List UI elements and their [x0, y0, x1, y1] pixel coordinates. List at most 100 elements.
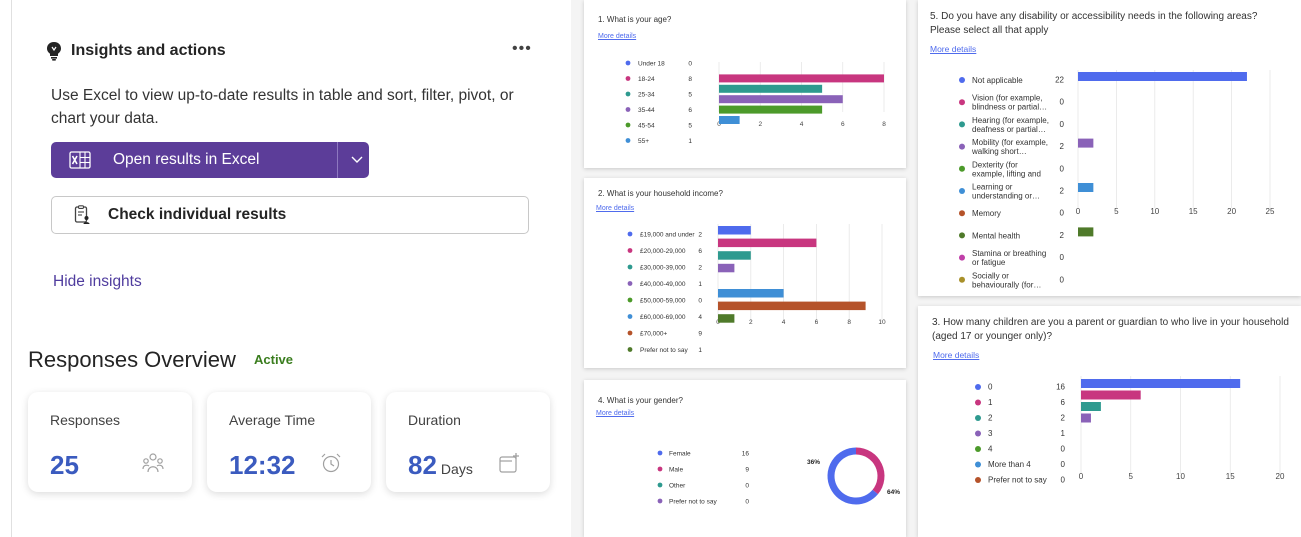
clipboard-person-icon	[74, 205, 90, 224]
calendar-add-icon	[499, 453, 519, 473]
responses-card: Responses 25	[28, 392, 192, 492]
bar	[718, 226, 751, 235]
legend-label: Hearing (for example, deafness or partial…	[972, 116, 1049, 134]
legend-label: £60,000-69,000	[640, 314, 686, 321]
children-question-card: 3. How many children are you a parent or…	[918, 306, 1301, 537]
legend-marker	[959, 165, 965, 172]
legend-count: 0	[1061, 445, 1066, 454]
legend-count: 6	[688, 107, 692, 114]
more-options-button[interactable]: •••	[512, 40, 532, 58]
gender-question-card: 4. What is your gender? More details Fem…	[584, 380, 906, 537]
legend-count: 0	[1061, 476, 1066, 485]
legend-count: 1	[698, 347, 702, 354]
legend-marker	[625, 60, 631, 66]
legend-count: 5	[688, 123, 692, 130]
legend-marker	[627, 347, 633, 352]
open-in-excel-label: Open results in Excel	[113, 151, 260, 168]
tick-label: 20	[1276, 472, 1285, 481]
legend-marker	[625, 122, 631, 128]
disability-question-card: 5. Do you have any disability or accessi…	[918, 0, 1301, 296]
disability-chart: Not applicable 22Vision (for example, blin…	[959, 70, 1275, 289]
tick-label: 15	[1189, 207, 1198, 216]
check-individual-results-button[interactable]: Check individual results	[51, 196, 529, 234]
insights-title: Insights and actions	[71, 42, 226, 59]
legend-label: Stamina or breathing or fatigue	[972, 249, 1046, 267]
legend-label: 1	[988, 398, 993, 407]
legend-marker	[657, 498, 663, 504]
chevron-down-icon[interactable]	[347, 152, 367, 168]
tick-label: 10	[878, 319, 886, 326]
legend-label: Socially or behaviourally (for…	[972, 271, 1041, 289]
legend-marker	[625, 107, 631, 112]
average-time-card: Average Time 12:32	[207, 392, 371, 492]
legend-label: £40,000-49,000	[640, 281, 686, 288]
average-time-card-value: 12:32	[229, 450, 296, 480]
legend-label: Prefer not to say	[988, 476, 1047, 485]
legend-count: 0	[745, 499, 749, 506]
responses-card-value: 25	[50, 450, 79, 480]
legend-marker	[959, 188, 965, 194]
bar	[1078, 183, 1094, 192]
tick-label: 4	[800, 121, 804, 128]
legend-marker	[625, 138, 631, 143]
check-individual-results-label: Check individual results	[108, 206, 287, 223]
legend-marker	[627, 231, 633, 237]
legend-count: 22	[1055, 76, 1064, 85]
legend-count: 16	[1056, 383, 1065, 392]
tick-label: 10	[1176, 472, 1185, 481]
bar	[719, 95, 843, 104]
bar	[1081, 413, 1091, 423]
legend-label: 45-54	[638, 123, 655, 130]
legend-label: £20,000-29,000	[640, 248, 686, 255]
open-in-excel-button[interactable]: Open results in Excel	[51, 142, 369, 178]
legend-marker	[975, 446, 981, 452]
legend-count: 16	[742, 451, 750, 458]
legend-label: 2	[988, 414, 993, 423]
legend-marker	[975, 415, 981, 421]
bar	[1081, 390, 1141, 400]
children-chart: 0 161 62 23 14 0More than 4 0Prefer not to say…	[975, 376, 1285, 485]
tick-label: 0	[1076, 207, 1081, 216]
legend-count: 0	[1060, 120, 1065, 129]
alarm-clock-icon	[321, 453, 341, 473]
insights-description: Use Excel to view up-to-date results in …	[51, 87, 514, 127]
legend-marker	[975, 399, 981, 406]
legend-label: 25-34	[638, 92, 655, 99]
gender-chart: Female 16 Male 9 Other 0 Prefer not to say 0 64%…	[657, 447, 900, 506]
tick-label: 2	[749, 319, 753, 326]
legend-count: 9	[698, 331, 702, 338]
legend-marker	[959, 121, 965, 128]
income-question-card: 2. What is your household income? More d…	[584, 178, 906, 368]
legend-label: Prefer not to say	[640, 347, 688, 354]
legend-marker	[657, 450, 663, 456]
insights-panel: Insights and actions ••• Use Excel to vi…	[0, 0, 571, 537]
bar	[1081, 379, 1241, 388]
bar	[718, 238, 817, 248]
bar	[1078, 138, 1094, 148]
bar	[718, 301, 866, 311]
legend-label: Under 18	[638, 61, 665, 68]
legend-label: Male	[669, 467, 683, 474]
legend-label: £30,000-39,000	[640, 265, 686, 272]
responses-card-title: Responses	[50, 412, 121, 428]
legend-marker	[627, 330, 633, 336]
legend-count: 0	[688, 61, 692, 68]
legend-count: 5	[688, 92, 692, 99]
legend-marker	[657, 482, 663, 488]
age-question-card: 1. What is your age? More details Under …	[584, 0, 906, 168]
legend-count: 2	[698, 265, 702, 272]
legend-count: 2	[698, 232, 702, 239]
tick-label: 6	[815, 319, 819, 326]
legend-marker	[657, 466, 663, 472]
tick-label: 2	[758, 121, 762, 128]
bar	[719, 116, 740, 124]
bar	[719, 74, 884, 83]
age-chart: Under 18 018-24 825-34 535-44 645-54 555+ 10 2 4…	[625, 60, 886, 145]
hide-insights-link[interactable]: Hide insights	[53, 273, 142, 291]
legend-count: 2	[1060, 142, 1065, 151]
legend-count: 0	[1060, 275, 1065, 284]
legend-marker	[959, 99, 965, 106]
legend-label: 3	[988, 429, 993, 438]
legend-label: Other	[669, 483, 686, 490]
legend-label: 18-24	[638, 76, 655, 83]
